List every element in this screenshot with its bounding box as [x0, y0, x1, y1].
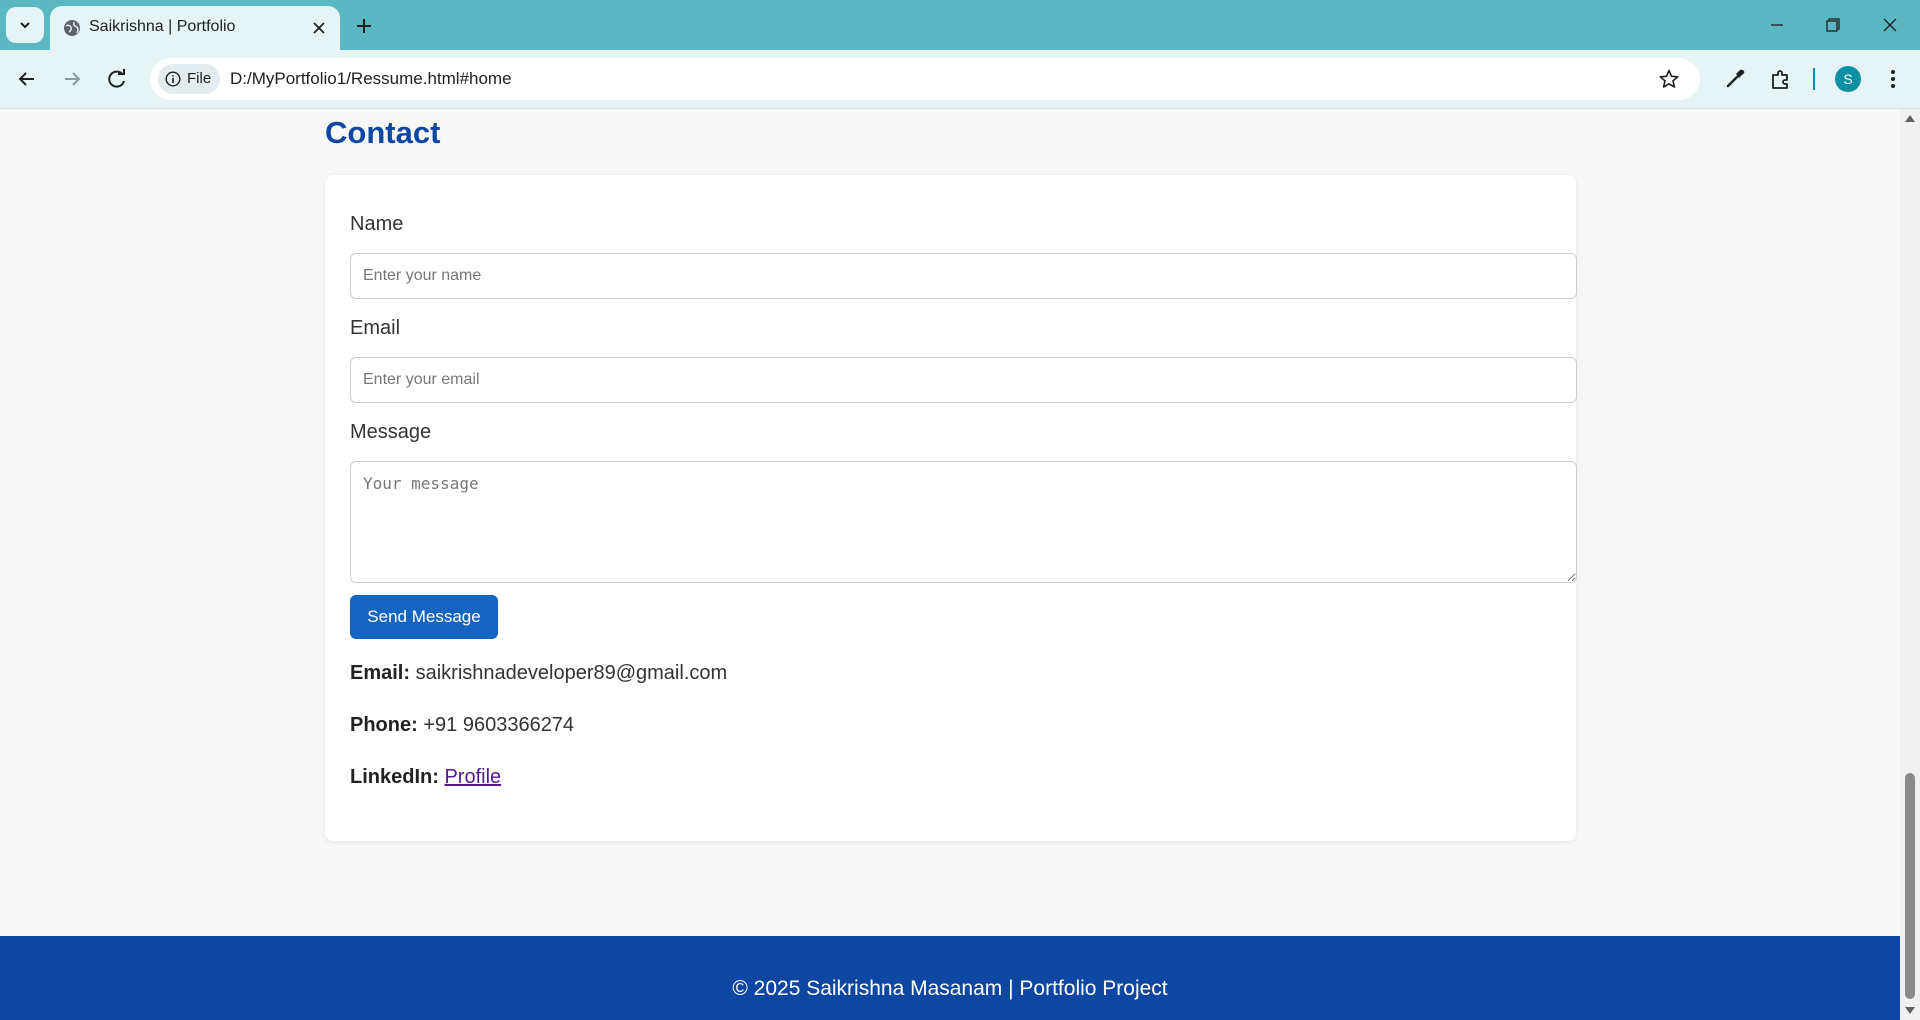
- phone-value: +91 9603366274: [423, 714, 575, 736]
- email-key: Email:: [350, 662, 411, 684]
- back-arrow-icon[interactable]: [14, 66, 40, 92]
- message-textarea[interactable]: [350, 461, 1577, 583]
- email-label: Email: [350, 317, 401, 339]
- new-tab-icon[interactable]: [352, 14, 376, 38]
- globe-icon: [64, 20, 80, 36]
- contact-linkedin-line: LinkedIn: Profile: [350, 766, 501, 789]
- message-label: Message: [350, 421, 432, 443]
- page-viewport: Contact Name Email Message Send Message …: [0, 109, 1900, 1020]
- name-label: Name: [350, 213, 404, 235]
- tab-bar: Saikrishna | Portfolio: [0, 0, 1920, 50]
- site-info-chip[interactable]: File: [158, 64, 220, 94]
- tab-search-button[interactable]: [6, 7, 44, 43]
- toolbar-separator: [1813, 68, 1815, 90]
- minimize-icon[interactable]: [1764, 12, 1790, 38]
- contact-form-card: Name Email Message Send Message Email: s…: [325, 175, 1577, 841]
- send-message-button[interactable]: Send Message: [350, 595, 498, 639]
- contact-email-line: Email: saikrishnadeveloper89@gmail.com: [350, 662, 727, 685]
- address-bar[interactable]: File D:/MyPortfolio1/Ressume.html#home: [150, 58, 1700, 100]
- reload-icon[interactable]: [104, 66, 130, 92]
- close-window-icon[interactable]: [1877, 12, 1903, 38]
- linkedin-profile-link[interactable]: Profile: [444, 766, 501, 788]
- more-menu-icon[interactable]: [1880, 66, 1906, 92]
- contact-phone-line: Phone: +91 9603366274: [350, 714, 574, 737]
- bookmark-star-icon[interactable]: [1658, 68, 1680, 90]
- restore-icon[interactable]: [1820, 12, 1846, 38]
- name-input[interactable]: [350, 253, 1577, 299]
- forward-arrow-icon[interactable]: [59, 66, 85, 92]
- scrollbar-thumb[interactable]: [1905, 773, 1915, 999]
- footer-text: © 2025 Saikrishna Masanam | Portfolio Pr…: [732, 977, 1168, 1000]
- page-scrollbar[interactable]: [1900, 109, 1920, 1020]
- chevron-down-icon: [20, 22, 30, 29]
- contact-heading: Contact: [325, 115, 441, 150]
- extensions-icon[interactable]: [1768, 66, 1794, 92]
- browser-tab[interactable]: Saikrishna | Portfolio: [50, 6, 340, 50]
- linkedin-key: LinkedIn:: [350, 766, 439, 788]
- email-input[interactable]: [350, 357, 1577, 403]
- browser-toolbar: File D:/MyPortfolio1/Ressume.html#home: [0, 50, 1920, 109]
- info-icon: [165, 71, 181, 87]
- tab-title: Saikrishna | Portfolio: [89, 18, 236, 35]
- email-value: saikrishnadeveloper89@gmail.com: [415, 662, 728, 684]
- scroll-down-arrow-icon[interactable]: [1904, 1006, 1916, 1016]
- close-tab-icon[interactable]: [309, 18, 329, 38]
- page-footer: © 2025 Saikrishna Masanam | Portfolio Pr…: [0, 936, 1900, 1020]
- scroll-up-arrow-icon[interactable]: [1904, 113, 1916, 123]
- phone-key: Phone:: [350, 714, 418, 736]
- url-text[interactable]: D:/MyPortfolio1/Ressume.html#home: [230, 69, 512, 89]
- file-chip-label: File: [187, 70, 212, 87]
- eyedropper-icon[interactable]: [1722, 66, 1748, 92]
- profile-avatar[interactable]: S: [1835, 66, 1861, 92]
